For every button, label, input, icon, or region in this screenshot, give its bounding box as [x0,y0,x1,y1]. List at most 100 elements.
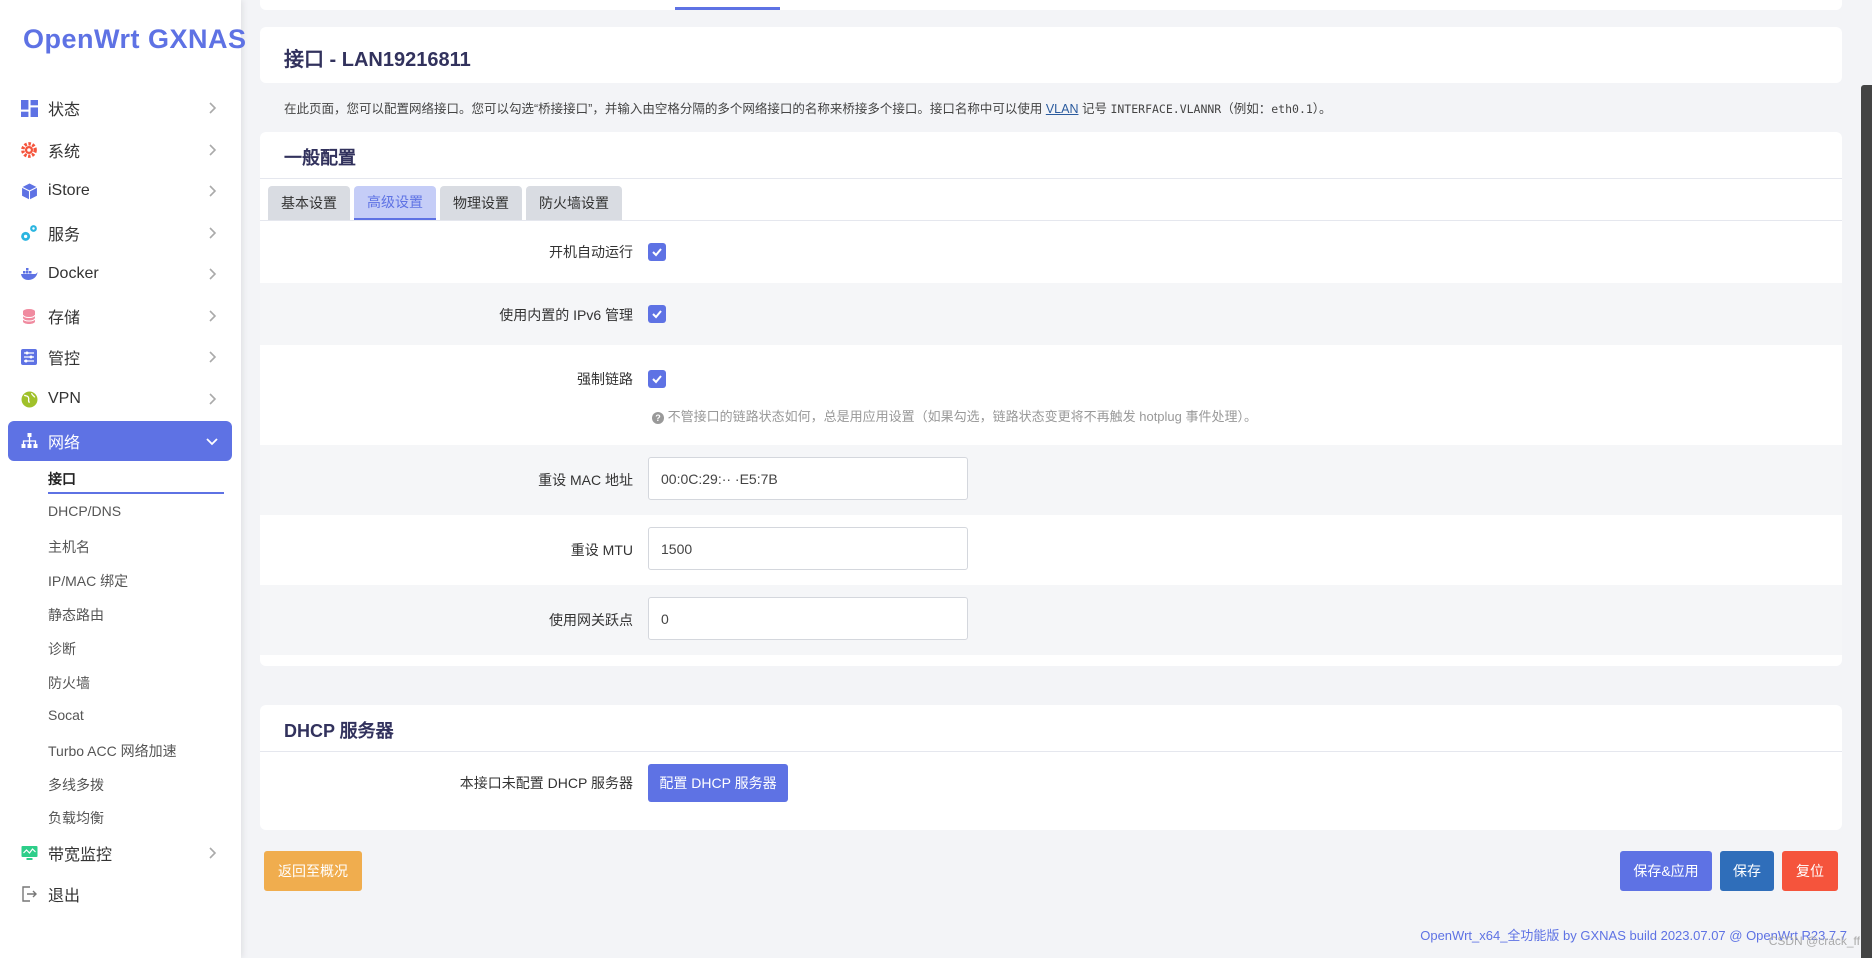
sidebar-subitem-socat[interactable]: Socat [48,707,84,723]
sidebar-item-label: 网络 [48,435,81,452]
dhcp-server-card: DHCP 服务器 本接口未配置 DHCP 服务器 配置 DHCP 服务器 [260,705,1842,830]
metric-row: 使用网关跃点 0 [260,585,1842,655]
chevron-right-icon [209,393,217,405]
chevron-right-icon [209,102,217,114]
sidebar-subitem-interfaces[interactable]: 接口 [48,469,76,489]
sidebar-subitem-multiwan[interactable]: 多线多拨 [48,775,104,795]
mtu-row: 重设 MTU 1500 [260,515,1842,585]
check-icon [652,310,662,319]
brand-logo[interactable]: OpenWrt GXNAS [23,24,247,55]
sidebar-subitem-diagnostics[interactable]: 诊断 [48,639,76,659]
chevron-right-icon [209,268,217,280]
sidebar-item-vpn[interactable]: VPN [8,379,232,419]
mac-address-input[interactable]: 00:0C:29:·· ·E5:7B [648,457,968,500]
sidebar-subitem-static-routes[interactable]: 静态路由 [48,605,104,625]
sidebar-item-label: 服务 [48,227,81,244]
field-label: 本接口未配置 DHCP 服务器 [459,775,633,791]
cube-icon [20,182,38,200]
field-label: 强制链路 [577,371,633,387]
save-button[interactable]: 保存 [1720,851,1774,891]
active-top-tab-indicator[interactable] [675,7,780,10]
autostart-row: 开机自动运行 [260,221,1842,283]
field-label: 使用内置的 IPv6 管理 [499,307,633,323]
autostart-checkbox[interactable] [648,243,666,261]
section-divider [260,178,1842,179]
chevron-right-icon [209,227,217,239]
active-subitem-underline [48,492,224,494]
sidebar-subitem-ip-mac-binding[interactable]: IP/MAC 绑定 [48,571,128,591]
sidebar-subitem-load-balance[interactable]: 负载均衡 [48,808,104,828]
sidebar-item-logout[interactable]: 退出 [8,874,232,914]
gateway-metric-input[interactable]: 0 [648,597,968,640]
services-icon [20,224,38,242]
field-label: 开机自动运行 [549,244,633,260]
tab-firewall[interactable]: 防火墙设置 [526,186,622,220]
sidebar-item-network[interactable]: 网络 [8,421,232,461]
config-tabs: 基本设置 高级设置 物理设置 防火墙设置 [268,186,622,220]
section-divider [260,751,1842,752]
network-icon [20,432,38,450]
sidebar-item-services[interactable]: 服务 [8,213,232,253]
chevron-right-icon [209,185,217,197]
reset-button[interactable]: 复位 [1782,851,1838,891]
tab-basic[interactable]: 基本设置 [268,186,350,220]
page-scrollbar[interactable] [1861,85,1872,958]
top-tabbar [260,0,1842,10]
check-icon [652,248,662,257]
monitor-icon [20,844,38,862]
sidebar: OpenWrt GXNAS 状态 系统 iStore 服务 Docker 存储 … [0,0,246,958]
field-label: 重设 MTU [570,542,633,558]
back-to-overview-button[interactable]: 返回至概况 [264,851,362,891]
field-label: 使用网关跃点 [549,612,633,628]
gear-icon [20,141,38,159]
field-label: 重设 MAC 地址 [538,472,633,488]
sidebar-item-label: 带宽监控 [48,847,113,864]
sidebar-subitem-hostnames[interactable]: 主机名 [48,537,90,557]
globe-icon [20,390,38,408]
sidebar-item-status[interactable]: 状态 [8,88,232,128]
chevron-right-icon [209,351,217,363]
sidebar-item-storage[interactable]: 存储 [8,296,232,336]
database-icon [20,307,38,325]
configure-dhcp-button[interactable]: 配置 DHCP 服务器 [648,764,788,802]
force-link-checkbox[interactable] [648,370,666,388]
hint-text: 不管接口的链路状态如何，总是用应用设置（如果勾选，链路状态变更将不再触发 hot… [667,409,1257,424]
chevron-right-icon [209,310,217,322]
force-link-row: 强制链路 ? 不管接口的链路状态如何，总是用应用设置（如果勾选，链路状态变更将不… [260,345,1842,445]
chevron-right-icon [209,144,217,156]
force-link-hint: ? 不管接口的链路状态如何，总是用应用设置（如果勾选，链路状态变更将不再触发 h… [652,406,1257,425]
sidebar-item-istore[interactable]: iStore [8,171,232,211]
page-title: 接口 - LAN19216811 [284,49,471,71]
sidebar-subitem-firewall[interactable]: 防火墙 [48,673,90,693]
general-config-card: 一般配置 基本设置 高级设置 物理设置 防火墙设置 开机自动运行 使用内置的 I… [260,132,1842,666]
mtu-input[interactable]: 1500 [648,527,968,570]
description-text: ）。 [1312,102,1332,116]
sidebar-subitem-dhcp-dns[interactable]: DHCP/DNS [48,503,121,519]
sidebar-item-control[interactable]: 管控 [8,337,232,377]
page-description: 在此页面，您可以配置网络接口。您可以勾选“桥接接口”，并输入由空格分隔的多个网络… [284,98,1332,117]
tab-advanced[interactable]: 高级设置 [354,186,436,220]
sidebar-item-bandwidth[interactable]: 带宽监控 [8,833,232,873]
dashboard-icon [20,99,38,117]
check-icon [652,375,662,384]
page-header-card: 接口 - LAN19216811 [260,27,1842,83]
section-title: DHCP 服务器 [284,721,394,741]
sidebar-item-label: 存储 [48,310,81,327]
sidebar-subitem-turbo-acc[interactable]: Turbo ACC 网络加速 [48,741,177,761]
description-text: （例如： [1221,102,1272,116]
vlan-link[interactable]: VLAN [1046,102,1079,116]
sidebar-item-docker[interactable]: Docker [8,254,232,294]
logout-icon [20,885,38,903]
sidebar-item-label: 状态 [48,102,81,119]
watermark: CSDN @crack_ff [1768,934,1860,948]
ipv6-checkbox[interactable] [648,305,666,323]
sidebar-item-label: 系统 [48,144,81,161]
code-snippet: eth0.1 [1271,102,1313,116]
sidebar-item-system[interactable]: 系统 [8,130,232,170]
description-text: 在此页面，您可以配置网络接口。您可以勾选“桥接接口”，并输入由空格分隔的多个网络… [284,102,1043,116]
code-snippet: INTERFACE.VLANNR [1110,102,1222,116]
ipv6-row: 使用内置的 IPv6 管理 [260,283,1842,345]
save-apply-button[interactable]: 保存&应用 [1620,851,1712,891]
tab-physical[interactable]: 物理设置 [440,186,522,220]
sliders-icon [20,348,38,366]
